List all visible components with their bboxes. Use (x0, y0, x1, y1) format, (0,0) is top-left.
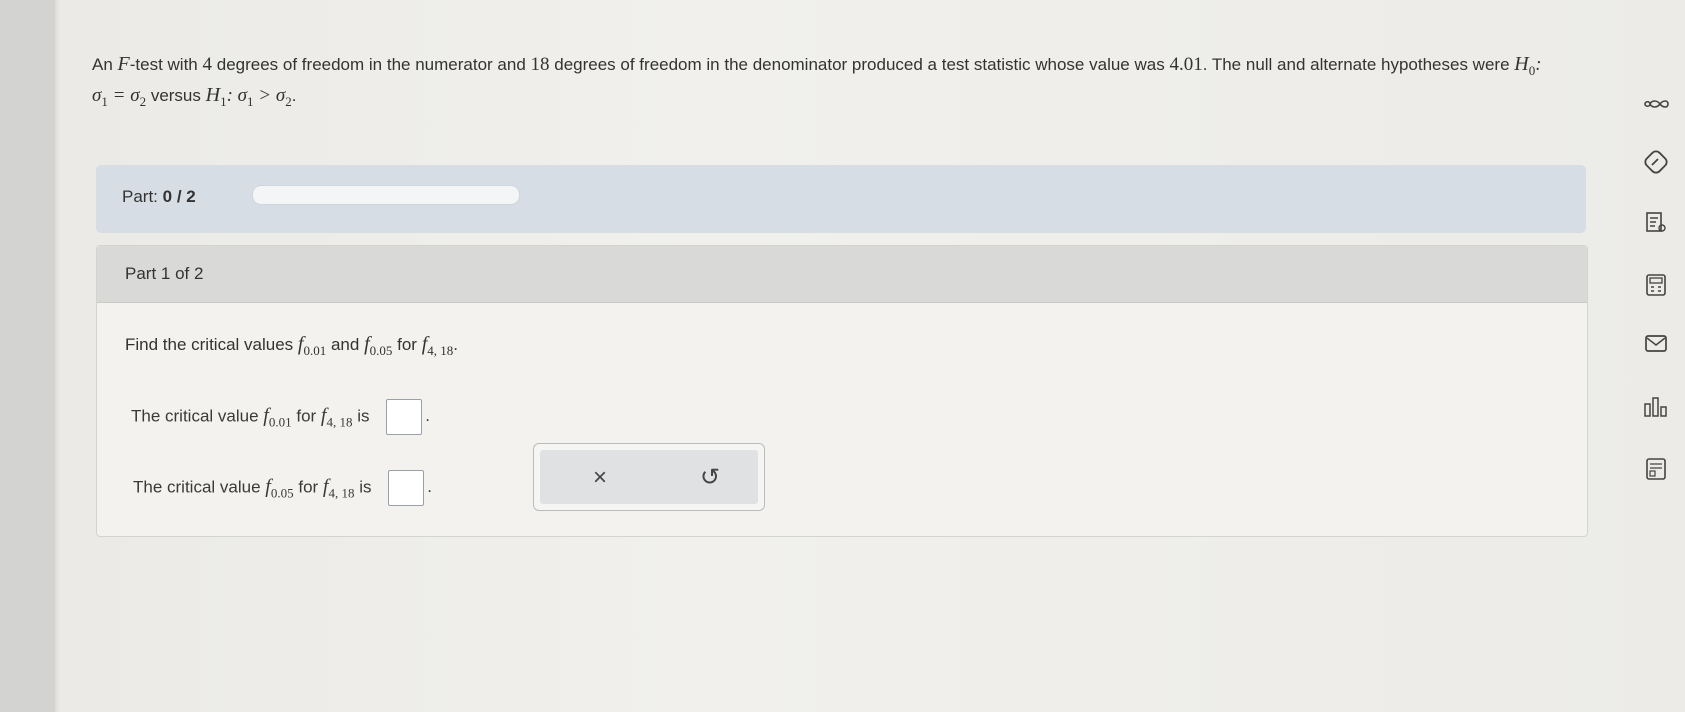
progress-track (252, 185, 520, 205)
intro-text: degrees of freedom in the denominator pr… (554, 55, 1165, 74)
problem-text: An F-test with 4 degrees of freedom in t… (92, 53, 1542, 109)
problem-statement: An F-test with 4 degrees of freedom in t… (92, 52, 1572, 114)
part-label: Part: 0 / 2 (122, 187, 196, 206)
intro-text: degrees of freedom in the numerator and (216, 55, 526, 74)
f-symbol: F (117, 53, 130, 75)
intro-text: . The null and alternate hypotheses were (1202, 55, 1510, 74)
versus-text: versus (150, 86, 206, 105)
notes-icon[interactable] (1640, 210, 1672, 242)
part-progress-bar: Part: 0 / 2 (96, 165, 1586, 233)
intro-text: -test with (129, 55, 198, 74)
pencil-icon[interactable] (1640, 148, 1672, 180)
test-statistic: 4.01 (1169, 54, 1203, 75)
card-header: Part 1 of 2 (97, 246, 1587, 303)
intro-text: An (92, 55, 113, 74)
question-prompt: Find the critical values f0.01 and f0.05… (125, 333, 458, 358)
datasheet-icon[interactable] (1640, 456, 1672, 488)
critical-value-001-line: The critical value f0.01 for f4, 18 is . (131, 399, 430, 435)
mail-icon[interactable] (1640, 333, 1672, 365)
screen-left-edge (0, 0, 55, 712)
part-title: Part 1 of 2 (125, 264, 204, 283)
answer-input-f001[interactable] (386, 399, 423, 435)
answer-action-panel: × ↺ (533, 443, 765, 511)
clear-button[interactable]: × (580, 462, 620, 494)
critical-value-005-line: The critical value f0.05 for f4, 18 is . (133, 470, 432, 506)
infinity-icon[interactable] (1640, 90, 1672, 122)
answer-input-f005[interactable] (388, 470, 425, 506)
undo-button[interactable]: ↺ (690, 462, 730, 494)
calculator-icon[interactable] (1640, 272, 1672, 304)
df-denominator: 18 (530, 54, 550, 75)
chart-icon[interactable] (1640, 394, 1672, 426)
part-progress-text: 0 / 2 (162, 187, 196, 206)
question-card: Part 1 of 2 Find the critical values f0.… (96, 245, 1588, 537)
df-numerator: 4 (202, 54, 213, 75)
alt-hypothesis: H1: σ1 > σ2 (205, 84, 292, 109)
